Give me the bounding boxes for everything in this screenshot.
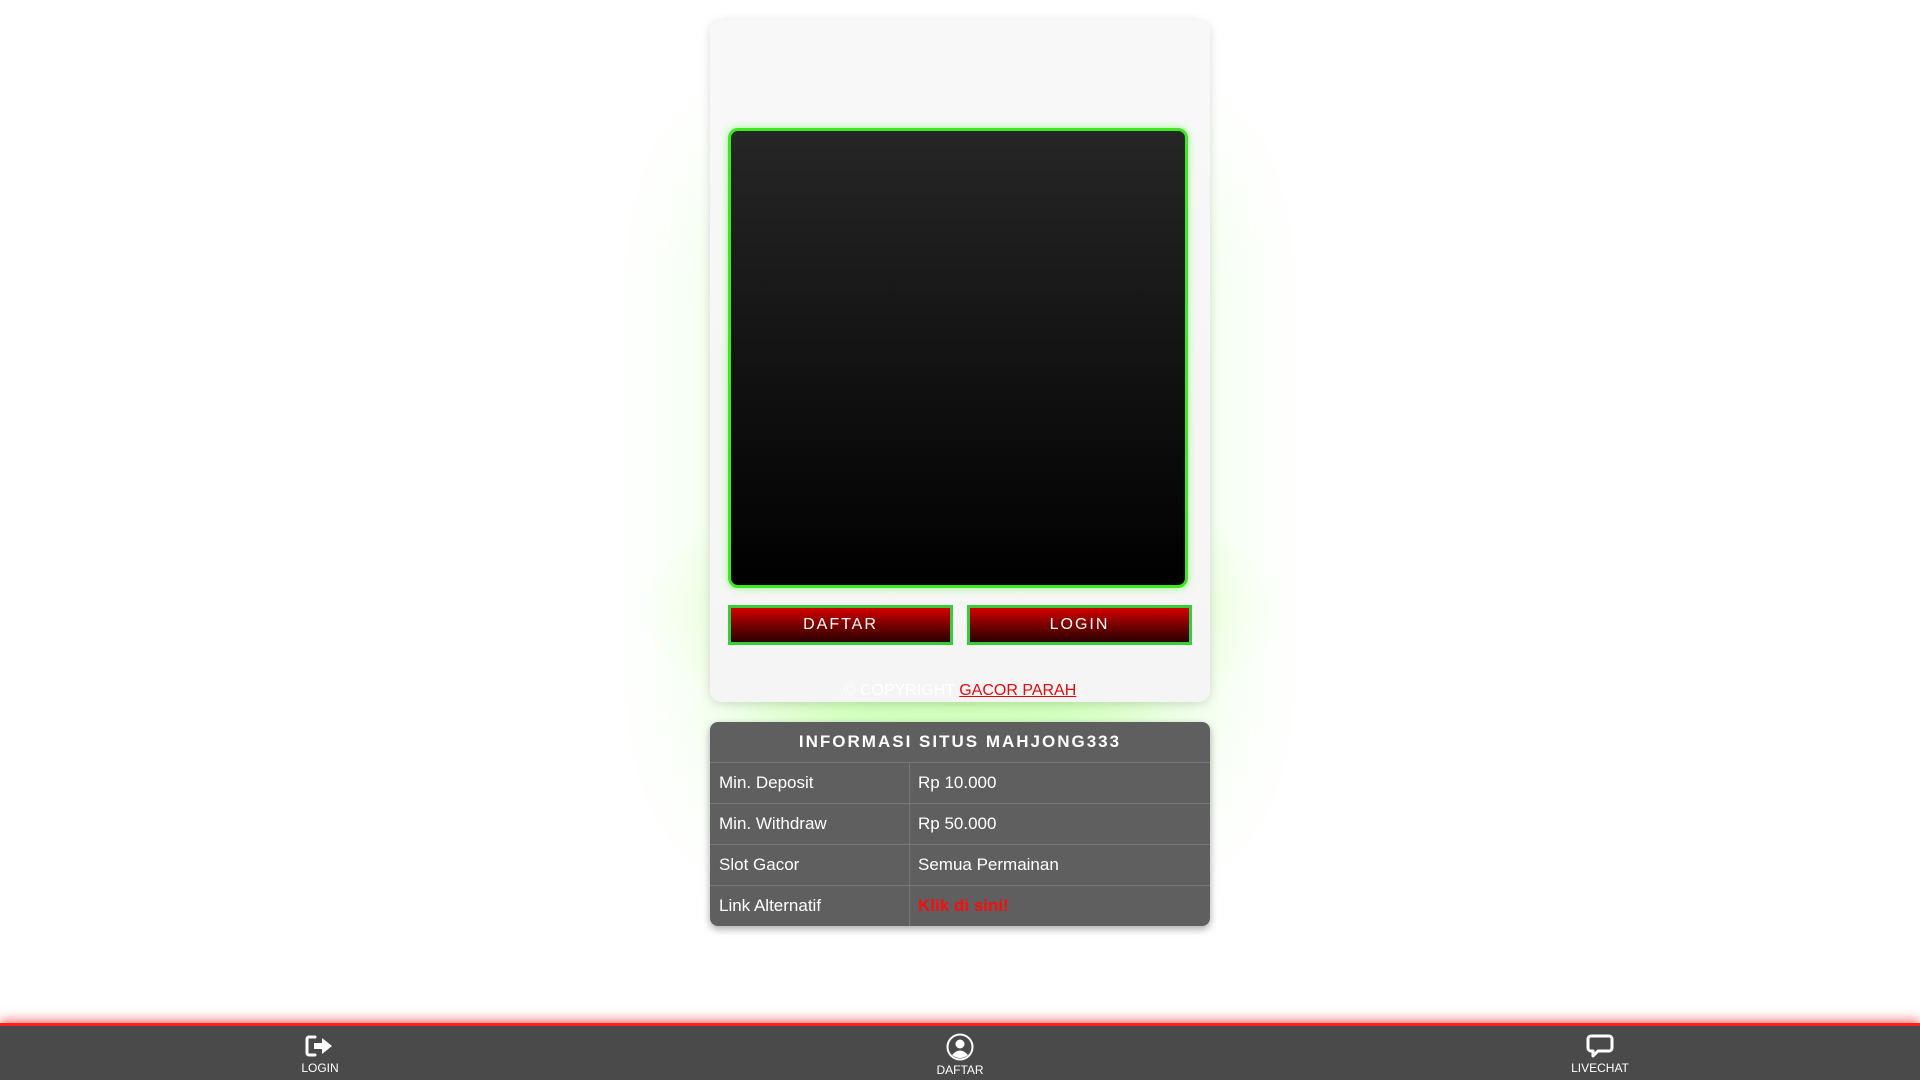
bottom-nav: LOGIN DAFTAR LIVECHAT bbox=[0, 1023, 1920, 1080]
row-value: Semua Permainan bbox=[918, 855, 1059, 874]
nav-daftar[interactable]: DAFTAR bbox=[900, 1033, 1020, 1077]
table-row: Min. Withdraw Rp 50.000 bbox=[710, 804, 1210, 845]
login-icon bbox=[260, 1033, 380, 1059]
user-circle-icon bbox=[900, 1033, 1020, 1061]
chat-icon bbox=[1540, 1033, 1660, 1059]
banner-image[interactable] bbox=[728, 128, 1188, 588]
row-key: Min. Deposit bbox=[710, 763, 910, 803]
row-key: Min. Withdraw bbox=[710, 804, 910, 844]
daftar-button[interactable]: DAFTAR bbox=[728, 605, 953, 645]
copyright: © COPYRIGHT GACOR PARAH bbox=[710, 682, 1210, 700]
row-key: Slot Gacor bbox=[710, 845, 910, 885]
nav-livechat[interactable]: LIVECHAT bbox=[1540, 1033, 1660, 1075]
nav-login[interactable]: LOGIN bbox=[260, 1033, 380, 1075]
alternative-link[interactable]: Klik di sini! bbox=[910, 886, 1210, 926]
nav-daftar-label: DAFTAR bbox=[936, 1063, 984, 1077]
nav-livechat-label: LIVECHAT bbox=[1571, 1061, 1629, 1075]
row-key: Link Alternatif bbox=[710, 886, 910, 926]
main-card: DAFTAR LOGIN © COPYRIGHT GACOR PARAH bbox=[710, 20, 1210, 702]
copyright-link[interactable]: GACOR PARAH bbox=[959, 682, 1076, 699]
table-row: Min. Deposit Rp 10.000 bbox=[710, 763, 1210, 804]
copyright-prefix: © COPYRIGHT bbox=[843, 682, 960, 699]
table-row: Slot Gacor Semua Permainan bbox=[710, 845, 1210, 886]
table-row: Link Alternatif Klik di sini! bbox=[710, 886, 1210, 926]
info-table: INFORMASI SITUS MAHJONG333 Min. Deposit … bbox=[710, 722, 1210, 926]
nav-login-label: LOGIN bbox=[301, 1061, 339, 1075]
login-button[interactable]: LOGIN bbox=[967, 605, 1192, 645]
row-value: Rp 10.000 bbox=[918, 773, 997, 792]
info-title: INFORMASI SITUS MAHJONG333 bbox=[710, 722, 1210, 763]
row-value: Rp 50.000 bbox=[918, 814, 997, 833]
